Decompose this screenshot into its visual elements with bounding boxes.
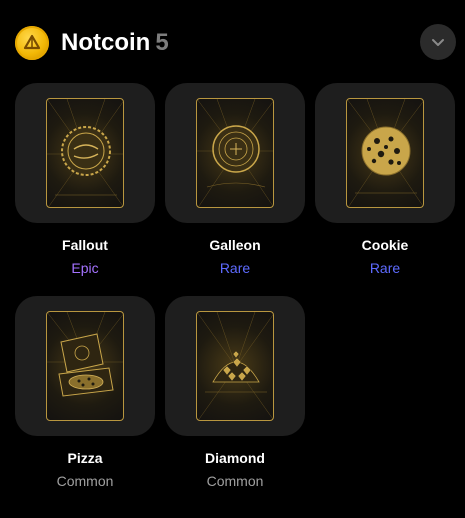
cookie-icon: [347, 99, 423, 207]
nft-tile[interactable]: [165, 83, 305, 223]
chevron-down-icon: [432, 39, 444, 46]
nft-card-art: [46, 311, 124, 421]
nft-item-galleon[interactable]: Galleon Rare: [165, 83, 305, 277]
nft-name: Diamond: [205, 450, 265, 466]
collection-title: Notcoin 5: [61, 28, 169, 58]
collapse-button[interactable]: [420, 24, 456, 60]
nft-item-pizza[interactable]: Pizza Common: [15, 296, 155, 490]
bottle-cap-icon: [47, 99, 123, 207]
nft-card-art: [346, 98, 424, 208]
notcoin-logo-icon: [15, 26, 49, 60]
nft-name: Pizza: [67, 450, 103, 466]
nft-tile[interactable]: [15, 83, 155, 223]
nft-rarity: Epic: [71, 260, 99, 276]
nft-item-fallout[interactable]: Fallout Epic: [15, 83, 155, 277]
nft-item-diamond[interactable]: Diamond Common: [165, 296, 305, 490]
nft-card-art: [196, 98, 274, 208]
nft-rarity: Rare: [219, 260, 251, 276]
nft-rarity: Common: [56, 473, 114, 489]
collection-count: 5: [155, 29, 169, 56]
collection-header: Notcoin 5: [15, 24, 456, 62]
nft-tile[interactable]: [15, 296, 155, 436]
nft-item-cookie[interactable]: Cookie Rare: [315, 83, 455, 277]
diamond-pile-icon: [197, 312, 273, 420]
nft-card-art: [196, 311, 274, 421]
collection-name: Notcoin: [61, 29, 151, 56]
nft-tile[interactable]: [315, 83, 455, 223]
nft-tile[interactable]: [165, 296, 305, 436]
nft-name: Galleon: [209, 237, 261, 253]
nft-card-art: [46, 98, 124, 208]
nft-name: Fallout: [62, 237, 108, 253]
nft-rarity: Common: [206, 473, 264, 489]
nft-name: Cookie: [361, 237, 409, 253]
pizza-box-icon: [47, 312, 123, 397]
coin-seal-icon: [197, 99, 273, 207]
nft-rarity: Rare: [369, 260, 401, 276]
